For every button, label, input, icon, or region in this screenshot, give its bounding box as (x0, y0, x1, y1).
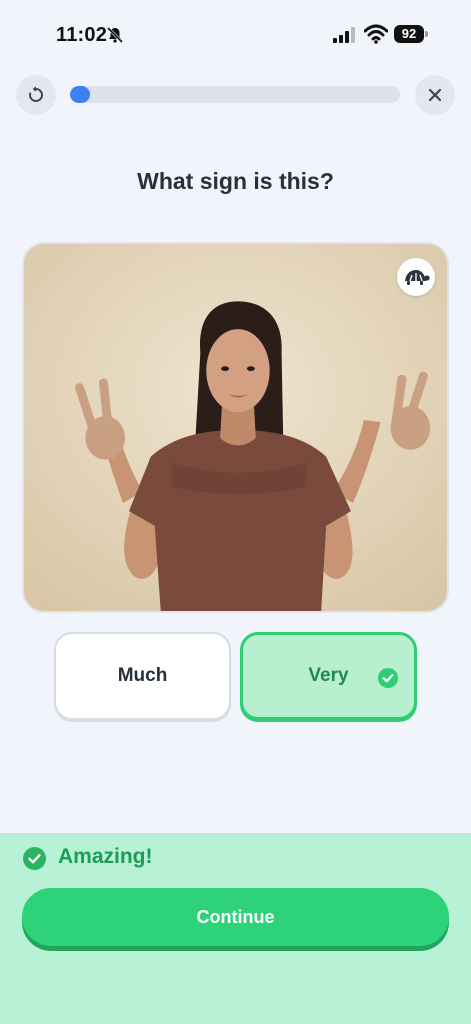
option-label: Very (308, 665, 349, 686)
progress-bar (70, 86, 400, 103)
battery-tip (425, 31, 428, 37)
continue-button[interactable]: Continue (22, 888, 449, 946)
option-much[interactable]: Much (54, 632, 231, 720)
option-label: Much (117, 665, 168, 686)
close-button[interactable] (415, 75, 455, 115)
status-bar: 11:02 92 (0, 0, 471, 70)
signer-illustration (24, 244, 447, 611)
feedback-panel: Amazing! Continue (0, 833, 471, 1024)
progress-fill (70, 86, 90, 103)
option-very[interactable]: Very (240, 632, 417, 720)
check-circle-icon (378, 668, 398, 688)
restart-icon (29, 86, 43, 102)
sign-video[interactable] (22, 242, 449, 613)
status-time: 11:02 (56, 24, 108, 46)
slow-motion-button[interactable] (397, 258, 435, 296)
close-icon (428, 88, 442, 102)
question-title: What sign is this? (137, 168, 334, 194)
restart-button[interactable] (16, 75, 56, 115)
turtle-icon (405, 270, 430, 285)
signal-icon (333, 27, 355, 43)
wifi-icon (364, 24, 388, 44)
battery-icon: 92 (394, 25, 424, 43)
bell-muted-icon (106, 26, 124, 44)
feedback-text: Amazing! (58, 845, 153, 868)
check-circle-icon (23, 847, 46, 870)
